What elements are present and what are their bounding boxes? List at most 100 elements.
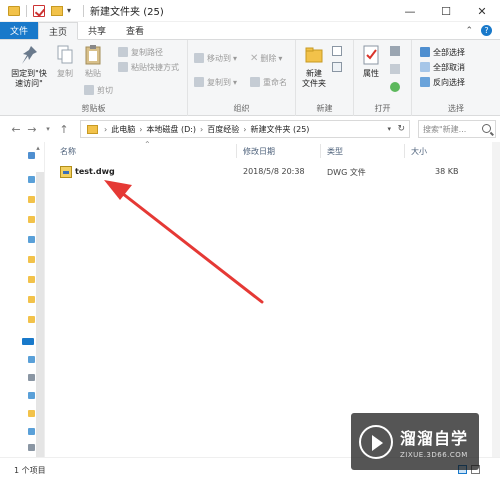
nav-item-icon[interactable] xyxy=(28,392,35,399)
easy-access-icon[interactable] xyxy=(332,62,342,72)
nav-folder-icon[interactable] xyxy=(28,316,35,323)
tab-share[interactable]: 共享 xyxy=(78,22,116,39)
file-modified: 2018/5/8 20:38 xyxy=(243,167,305,176)
recent-locations-icon[interactable]: ▾ xyxy=(40,125,56,133)
copy-path-button[interactable]: 复制路径 xyxy=(118,46,163,58)
help-icon[interactable]: ? xyxy=(481,25,492,36)
nav-item-icon[interactable] xyxy=(28,176,35,183)
select-all-button[interactable]: 全部选择 xyxy=(420,46,465,58)
breadcrumb-baidu-jingyan[interactable]: 百度经验 xyxy=(203,124,243,135)
organize-group-label: 组织 xyxy=(233,104,250,113)
quick-access-icon[interactable] xyxy=(28,152,35,159)
select-none-button[interactable]: 全部取消 xyxy=(420,61,465,73)
column-size[interactable]: 大小 xyxy=(411,146,427,157)
navigation-pane-scrollbar[interactable] xyxy=(36,172,44,472)
maximize-button[interactable]: ☐ xyxy=(428,0,464,22)
column-name[interactable]: 名称 xyxy=(60,146,76,157)
column-type[interactable]: 类型 xyxy=(327,146,343,157)
history-icon[interactable] xyxy=(390,82,400,92)
move-to-button[interactable]: 移动到 ▾ xyxy=(194,52,237,64)
file-name[interactable]: test.dwg xyxy=(75,167,115,176)
nav-folder-icon[interactable] xyxy=(28,196,35,203)
toolbar-divider xyxy=(26,4,27,17)
new-folder-button[interactable]: 新建 文件夹 xyxy=(300,44,328,89)
watermark: 溜溜自学 ZIXUE.3D66.COM xyxy=(351,413,479,470)
sort-indicator-icon: ⌃ xyxy=(144,140,151,149)
properties-button[interactable]: 属性 xyxy=(358,44,384,79)
rename-button[interactable]: 重命名 xyxy=(250,76,287,88)
vertical-scrollbar[interactable] xyxy=(492,142,500,457)
invert-selection-button[interactable]: 反向选择 xyxy=(420,76,465,88)
toolbar-divider xyxy=(83,4,85,17)
refresh-icon[interactable]: ↻ xyxy=(397,124,405,134)
tab-view[interactable]: 查看 xyxy=(116,22,154,39)
minimize-button[interactable]: — xyxy=(392,0,428,22)
copy-to-button[interactable]: 复制到 ▾ xyxy=(194,76,237,88)
search-placeholder: 搜索"新建... xyxy=(423,124,467,134)
this-pc-icon[interactable] xyxy=(22,338,34,345)
pin-icon xyxy=(22,46,37,64)
nav-folder-icon[interactable] xyxy=(28,256,35,263)
expand-ribbon-icon[interactable]: ⌃ xyxy=(465,26,473,36)
window-title: 新建文件夹 (25) xyxy=(90,7,164,18)
delete-button[interactable]: ✕ 删除 ▾ xyxy=(250,52,282,64)
new-item-icon[interactable] xyxy=(332,46,342,56)
select-group-label: 选择 xyxy=(448,104,464,113)
invert-selection-icon xyxy=(420,77,430,87)
open-icon[interactable] xyxy=(390,46,400,56)
close-button[interactable]: ✕ xyxy=(464,0,500,22)
nav-folder-icon[interactable] xyxy=(28,276,35,283)
nav-item-icon[interactable] xyxy=(28,236,35,243)
pin-quick-access-button[interactable]: 固定到"快速访问" xyxy=(8,44,50,89)
customize-quick-access-icon[interactable]: ▾ xyxy=(67,6,71,15)
title-bar: ▾ 新建文件夹 (25) — ☐ ✕ xyxy=(0,0,500,22)
cut-button[interactable]: 剪切 xyxy=(84,84,113,96)
breadcrumb-this-pc[interactable]: 此电脑 xyxy=(107,124,139,135)
new-folder-icon xyxy=(305,47,323,63)
column-modified[interactable]: 修改日期 xyxy=(243,146,275,157)
open-group: 属性 打开 xyxy=(354,40,412,116)
new-group: 新建 文件夹 新建 xyxy=(296,40,354,116)
open-group-label: 打开 xyxy=(374,104,391,113)
new-folder-quick-icon[interactable] xyxy=(51,5,63,16)
item-count: 1 个项目 xyxy=(14,466,46,475)
properties-icon xyxy=(363,45,379,65)
search-input[interactable]: 搜索"新建... xyxy=(418,120,496,138)
forward-arrow-icon[interactable]: → xyxy=(24,123,40,136)
paste-shortcut-button[interactable]: 粘贴快捷方式 xyxy=(118,61,179,73)
tab-file[interactable]: 文件 xyxy=(0,22,39,39)
nav-item-icon[interactable] xyxy=(28,356,35,363)
column-divider[interactable] xyxy=(320,144,321,158)
address-bar[interactable]: › 此电脑 › 本地磁盘 (D:) › 百度经验 › 新建文件夹 (25) ▾ … xyxy=(80,120,410,138)
move-to-icon xyxy=(194,53,204,63)
tab-home[interactable]: 主页 xyxy=(38,22,79,40)
nav-folder-icon[interactable] xyxy=(28,410,35,417)
nav-folder-icon[interactable] xyxy=(28,216,35,223)
column-divider[interactable] xyxy=(236,144,237,158)
nav-item-icon[interactable] xyxy=(28,444,35,451)
file-type: DWG 文件 xyxy=(327,168,366,177)
chevron-down-icon[interactable]: ▾ xyxy=(387,125,391,133)
copy-button[interactable]: 复制 xyxy=(54,44,76,79)
properties-quick-icon[interactable] xyxy=(33,4,45,17)
file-row[interactable]: test.dwg 2018/5/8 20:38 DWG 文件 38 KB xyxy=(58,164,468,180)
clipboard-group-label: 剪贴板 xyxy=(81,104,106,113)
paste-icon xyxy=(85,45,101,65)
clipboard-group: 固定到"快速访问" 复制 粘贴 复制路径 粘贴快捷方式 剪切 剪贴板 xyxy=(0,40,188,116)
breadcrumb-current-folder[interactable]: 新建文件夹 (25) xyxy=(246,124,313,135)
select-all-icon xyxy=(420,47,430,57)
column-divider[interactable] xyxy=(404,144,405,158)
scroll-up-icon[interactable]: ▴ xyxy=(30,144,46,152)
navigation-pane: ▴ xyxy=(0,142,46,472)
back-arrow-icon[interactable]: ← xyxy=(8,123,24,136)
nav-item-icon[interactable] xyxy=(28,374,35,381)
nav-item-icon[interactable] xyxy=(28,428,35,435)
up-arrow-icon[interactable]: ↑ xyxy=(56,123,72,136)
folder-icon xyxy=(8,5,20,16)
breadcrumb-drive-d[interactable]: 本地磁盘 (D:) xyxy=(142,124,200,135)
nav-folder-icon[interactable] xyxy=(28,296,35,303)
copy-to-icon xyxy=(194,77,204,87)
paste-button[interactable]: 粘贴 xyxy=(82,44,104,79)
edit-icon[interactable] xyxy=(390,64,400,74)
watermark-url: ZIXUE.3D66.COM xyxy=(400,450,468,459)
